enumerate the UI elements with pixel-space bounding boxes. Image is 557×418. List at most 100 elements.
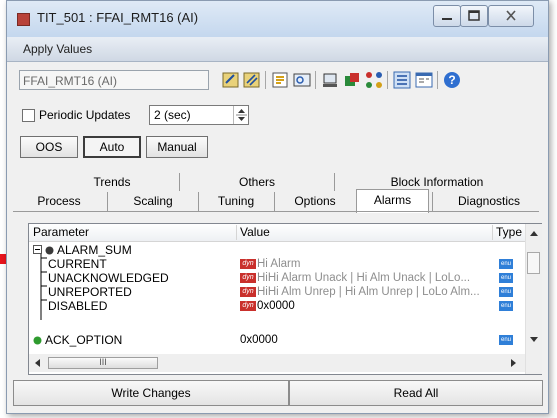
param-name: UNREPORTED bbox=[48, 285, 132, 299]
dyn-badge-icon: dyn bbox=[240, 286, 256, 297]
apply-values-window: TIT_501 : FFAI_RMT16 (AI) Apply Values F… bbox=[6, 0, 549, 414]
toolbar-separator bbox=[387, 71, 388, 89]
manual-button[interactable]: Manual bbox=[146, 136, 208, 158]
edit-all-icon[interactable] bbox=[243, 71, 261, 89]
column-divider bbox=[236, 225, 237, 240]
tab-divider bbox=[274, 192, 275, 211]
toolbar: FFAI_RMT16 (AI) ? bbox=[7, 63, 548, 97]
column-header-parameter[interactable]: Parameter bbox=[33, 225, 89, 239]
table-row[interactable]: ALARM_SUM bbox=[29, 243, 524, 257]
param-name: DISABLED bbox=[48, 299, 108, 313]
param-value-text: HiHi Alm Unrep | Hi Alm Unrep | LoLo Alm… bbox=[257, 286, 480, 298]
help-icon[interactable]: ? bbox=[443, 71, 461, 89]
detail-view-icon[interactable] bbox=[415, 71, 433, 89]
param-name: ACK_OPTION bbox=[45, 333, 123, 347]
tab-baseline bbox=[13, 211, 539, 212]
vertical-scroll-thumb[interactable] bbox=[527, 252, 540, 274]
parameter-grid: Parameter Value Type ALARM_SUM CURRENT d… bbox=[28, 223, 542, 375]
param-value: dyn HiHi Alm Unrep | Hi Alm Unrep | LoLo … bbox=[240, 285, 492, 299]
column-divider bbox=[492, 225, 493, 240]
periodic-updates-checkbox[interactable] bbox=[22, 109, 35, 122]
param-name: CURRENT bbox=[48, 257, 107, 271]
scroll-left-icon[interactable] bbox=[34, 359, 40, 367]
grid-header: Parameter Value Type bbox=[29, 224, 541, 242]
tab-tuning[interactable]: Tuning bbox=[201, 191, 271, 211]
toolbar-separator bbox=[265, 71, 266, 89]
param-value: 0x0000 bbox=[240, 334, 278, 346]
param-value-text: 0x0000 bbox=[257, 300, 295, 312]
tab-divider bbox=[334, 173, 335, 191]
interval-spinner[interactable] bbox=[233, 106, 249, 124]
periodic-updates-label: Periodic Updates bbox=[39, 108, 131, 122]
apply-values-bar[interactable]: Apply Values bbox=[7, 37, 548, 62]
tab-divider bbox=[179, 173, 180, 191]
tab-divider bbox=[107, 192, 108, 211]
export-icon[interactable] bbox=[343, 71, 361, 89]
svg-text:?: ? bbox=[448, 73, 455, 87]
properties-icon[interactable] bbox=[271, 71, 289, 89]
close-button[interactable] bbox=[488, 5, 534, 27]
scroll-up-icon[interactable] bbox=[530, 230, 538, 236]
tab-alarms[interactable]: Alarms bbox=[356, 189, 429, 213]
param-name: ALARM_SUM bbox=[57, 243, 132, 257]
tab-process[interactable]: Process bbox=[19, 191, 99, 211]
tab-options[interactable]: Options bbox=[277, 191, 353, 211]
type-icon: enu bbox=[499, 273, 513, 283]
collapse-icon[interactable] bbox=[33, 245, 42, 254]
type-icon: enu bbox=[499, 287, 513, 297]
column-header-value[interactable]: Value bbox=[240, 225, 270, 239]
table-row[interactable]: UNREPORTED dyn HiHi Alm Unrep | Hi Alm Un… bbox=[29, 285, 524, 299]
window-title: TIT_501 : FFAI_RMT16 (AI) bbox=[37, 10, 199, 25]
scroll-right-icon[interactable] bbox=[511, 359, 517, 367]
tag-name-field[interactable]: FFAI_RMT16 (AI) bbox=[19, 70, 209, 90]
read-all-button[interactable]: Read All bbox=[289, 380, 543, 406]
status-dot-icon bbox=[45, 246, 54, 255]
minimize-button[interactable] bbox=[433, 5, 461, 27]
tab-trends[interactable]: Trends bbox=[57, 173, 167, 191]
param-value: dyn HiHi Alarm Unack | Hi Alm Unack | LoL… bbox=[240, 271, 492, 285]
vertical-scrollbar[interactable] bbox=[525, 224, 542, 374]
scroll-grip: III bbox=[99, 357, 107, 367]
oos-button[interactable]: OOS bbox=[20, 136, 78, 158]
auto-button[interactable]: Auto bbox=[83, 136, 141, 158]
title-bar[interactable]: TIT_501 : FFAI_RMT16 (AI) bbox=[7, 1, 548, 37]
scroll-down-icon[interactable] bbox=[530, 337, 538, 343]
param-value-text: Hi Alarm bbox=[257, 258, 301, 270]
status-dot-icon bbox=[33, 336, 42, 345]
connections-icon[interactable] bbox=[365, 71, 383, 89]
horizontal-scrollbar[interactable]: III bbox=[29, 354, 525, 372]
toolbar-separator bbox=[315, 71, 316, 89]
dyn-badge-icon: dyn bbox=[240, 258, 256, 269]
tab-scaling[interactable]: Scaling bbox=[111, 191, 195, 211]
type-icon: enu bbox=[499, 335, 513, 345]
view-icon[interactable] bbox=[293, 71, 311, 89]
tab-divider bbox=[432, 192, 433, 211]
param-name: UNACKNOWLEDGED bbox=[48, 271, 169, 285]
type-icon: enu bbox=[499, 259, 513, 269]
table-row[interactable]: CURRENT dyn Hi Alarm enu bbox=[29, 257, 524, 271]
param-value: dyn Hi Alarm bbox=[240, 257, 492, 271]
table-row[interactable]: ACK_OPTION 0x0000 enu bbox=[29, 333, 524, 347]
toolbar-separator bbox=[437, 71, 438, 89]
dyn-badge-icon: dyn bbox=[240, 272, 256, 283]
param-value-text: HiHi Alarm Unack | Hi Alm Unack | LoLo..… bbox=[257, 272, 471, 284]
type-icon: enu bbox=[499, 301, 513, 311]
tab-strip: Trends Others Block Information Process … bbox=[7, 169, 548, 213]
tab-diagnostics[interactable]: Diagnostics bbox=[435, 191, 543, 211]
horizontal-scroll-thumb[interactable]: III bbox=[48, 357, 158, 369]
bottom-button-bar: Write Changes Read All bbox=[7, 376, 548, 410]
table-row[interactable]: UNACKNOWLEDGED dyn HiHi Alarm Unack | Hi … bbox=[29, 271, 524, 285]
dyn-badge-icon: dyn bbox=[240, 300, 256, 311]
download-icon[interactable] bbox=[321, 71, 339, 89]
maximize-button[interactable] bbox=[460, 5, 488, 27]
tab-divider bbox=[198, 192, 199, 211]
edit-icon[interactable] bbox=[222, 71, 240, 89]
param-value: dyn 0x0000 bbox=[240, 299, 492, 313]
tab-others[interactable]: Others bbox=[192, 173, 322, 191]
app-icon bbox=[17, 13, 30, 26]
table-row[interactable]: DISABLED dyn 0x0000 enu bbox=[29, 299, 524, 313]
periodic-updates-row: Periodic Updates 2 (sec) bbox=[7, 103, 548, 127]
write-changes-button[interactable]: Write Changes bbox=[13, 380, 289, 406]
column-header-type[interactable]: Type bbox=[496, 225, 522, 239]
list-view-icon[interactable] bbox=[393, 71, 411, 89]
